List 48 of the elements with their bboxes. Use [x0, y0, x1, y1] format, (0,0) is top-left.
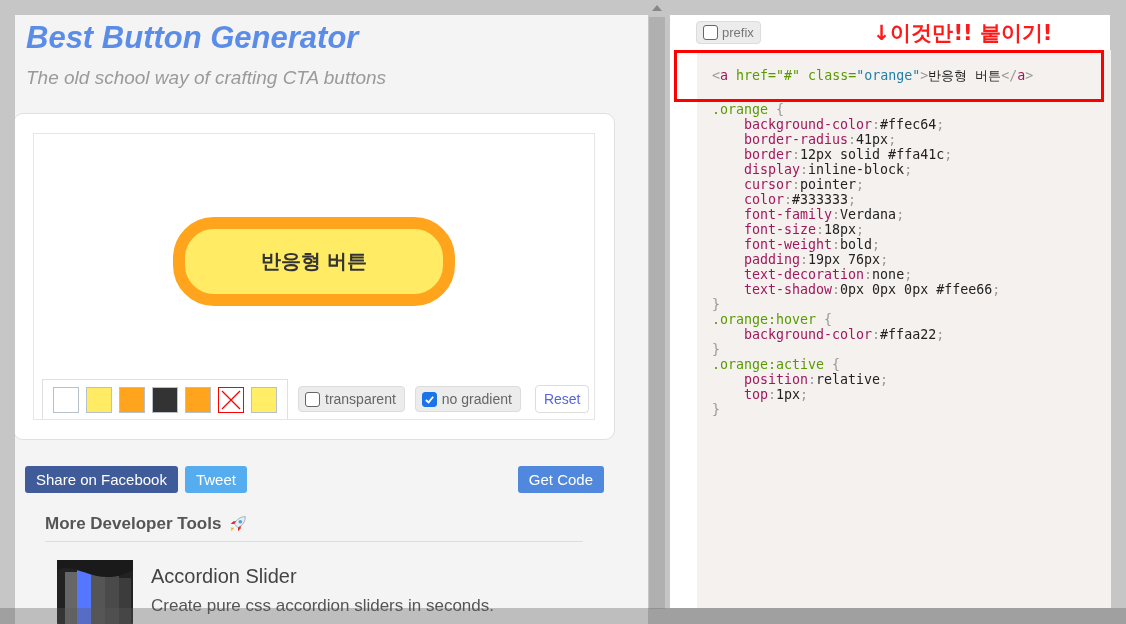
code-line: position:relative;: [743, 372, 890, 387]
code-line: padding:19px 76px;: [743, 252, 890, 267]
scroll-up-icon[interactable]: [652, 5, 662, 11]
checkbox[interactable]: [703, 25, 718, 40]
tool-description: Create pure css accordion sliders in seconds.: [151, 596, 494, 616]
code-line: font-weight:bold;: [743, 237, 882, 252]
color-swatch[interactable]: [152, 387, 178, 413]
color-swatch[interactable]: [119, 387, 145, 413]
code-line: color:#333333;: [743, 192, 858, 207]
annotation-text: ↓이것만!! 붙이기!: [872, 19, 1053, 47]
code-line: text-shadow:0px 0px 0px #ffee66;: [743, 282, 1002, 297]
code-line: }: [712, 402, 721, 417]
checkbox[interactable]: [305, 391, 320, 407]
code-line: <a href="#" class="orange">반응형 버튼</a>: [712, 67, 1034, 83]
code-line: background-color:#ffaa22;: [743, 327, 946, 342]
code-line: text-decoration:none;: [743, 267, 914, 282]
code-line: border-radius:41px;: [743, 132, 898, 147]
code-line: }: [712, 297, 721, 312]
code-line: background-color:#ffec64;: [743, 117, 946, 132]
code-line: }: [712, 342, 721, 357]
code-line: display:inline-block;: [743, 162, 914, 177]
code-line: top:1px;: [743, 387, 810, 402]
option-toggle[interactable]: transparent: [298, 386, 405, 412]
checkmark-icon: [423, 393, 435, 405]
code-line: .orange {: [712, 102, 786, 117]
option-toggle[interactable]: no gradient: [414, 386, 521, 412]
page-title: Best Button Generator: [26, 19, 361, 57]
color-swatch[interactable]: [53, 387, 79, 413]
code-line: .orange:active {: [712, 357, 842, 372]
code-line: font-family:Verdana;: [743, 207, 906, 222]
section-heading: More Developer Tools: [45, 514, 222, 534]
page-subtitle: The old school way of crafting CTA buttons: [26, 67, 388, 89]
tool-title[interactable]: Accordion Slider: [151, 565, 494, 588]
code-line: font-size:18px;: [743, 222, 866, 237]
code-line: cursor:pointer;: [743, 177, 866, 192]
get-code-button[interactable]: Get Code: [517, 466, 604, 493]
code-line: border:12px solid #ffa41c;: [743, 147, 954, 162]
facebook-share-button[interactable]: Share on Facebook: [25, 466, 178, 493]
slider-app-icon[interactable]: [57, 560, 133, 624]
reset-button[interactable]: Reset: [534, 385, 590, 413]
prefix-toggle[interactable]: prefix: [696, 21, 761, 44]
checkbox[interactable]: [421, 391, 437, 407]
color-swatch[interactable]: [86, 387, 112, 413]
color-swatch[interactable]: [185, 387, 211, 413]
preview-button[interactable]: 반응형 버튼: [172, 217, 456, 306]
color-swatch[interactable]: [251, 387, 277, 413]
no-color-swatch[interactable]: [218, 387, 244, 413]
code-line: .orange:hover {: [712, 312, 834, 327]
